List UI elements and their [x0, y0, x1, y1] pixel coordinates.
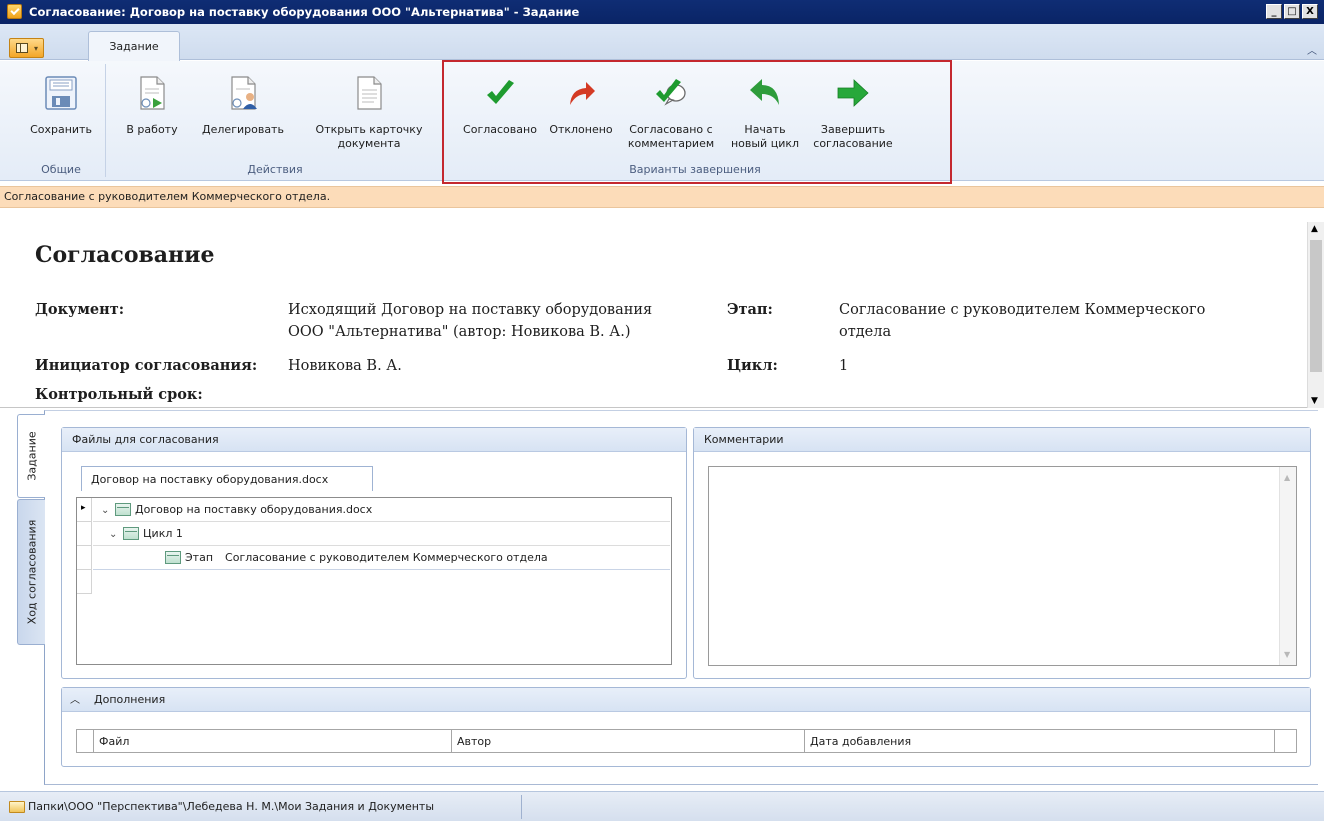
file-node-icon [115, 502, 131, 516]
collapse-ribbon-icon[interactable]: ︿ [1307, 42, 1317, 57]
close-button[interactable]: X [1302, 4, 1318, 19]
chevron-down-icon[interactable]: ⌄ [101, 499, 115, 523]
tree-row-stage[interactable]: Этап Согласование с руководителем Коммерч… [93, 546, 670, 570]
scroll-up-icon[interactable]: ▲ [1311, 224, 1318, 234]
folder-icon [9, 801, 25, 813]
document-view: Согласование Документ: Исходящий Договор… [0, 210, 1324, 408]
window-title: Согласование: Договор на поставку оборуд… [29, 5, 580, 19]
document-scrollbar[interactable]: ▲ ▼ [1307, 222, 1324, 408]
side-tab-task-label: Задание [25, 431, 38, 481]
open-card-button[interactable]: Открыть карточку документа [299, 64, 439, 154]
cycle-value: 1 [839, 358, 849, 374]
app-menu-button[interactable]: ▾ [9, 38, 44, 58]
tree-row-selectors: ▸ [77, 498, 92, 594]
side-tab-task[interactable]: Задание [17, 414, 45, 498]
status-bar: Папки\ООО "Перспектива"\Лебедева Н. М.\М… [0, 791, 1324, 821]
chevron-up-icon[interactable]: ︿ [70, 689, 94, 713]
column-header-file[interactable]: Файл [93, 729, 452, 753]
files-panel-title: Файлы для согласования [62, 428, 686, 452]
side-tab-progress[interactable]: Ход согласования [17, 499, 45, 645]
cycle-label: Цикл: [727, 357, 778, 374]
document-icon [357, 76, 382, 110]
additions-panel-header[interactable]: ︿ Дополнения [62, 688, 1310, 712]
group-label-general: Общие [41, 163, 81, 176]
save-button[interactable]: Сохранить [17, 64, 105, 154]
initiator-value: Новикова В. А. [288, 358, 402, 374]
row-selector[interactable] [77, 546, 92, 570]
additions-panel: ︿ Дополнения [61, 687, 1311, 767]
row-selector[interactable] [77, 570, 92, 594]
ribbon-group-general: Сохранить Общие [17, 64, 106, 177]
deadline-label: Контрольный срок: [35, 386, 203, 403]
folder-path[interactable]: Папки\ООО "Перспектива"\Лебедева Н. М.\М… [28, 800, 434, 813]
tree-stage-label: Этап [185, 551, 214, 564]
maximize-button[interactable]: □ [1284, 4, 1300, 19]
tree-cycle-label: Цикл 1 [143, 527, 183, 540]
doc-value-line2: ООО "Альтернатива" (автор: Новикова В. А… [288, 324, 631, 340]
doc-label: Документ: [35, 301, 125, 318]
group-label-actions: Действия [247, 163, 303, 176]
app-menu-icon [16, 43, 28, 53]
open-card-label: Открыть карточку документа [315, 123, 423, 150]
grid-end [1274, 729, 1297, 753]
completion-highlight-box [442, 60, 952, 184]
ribbon-tab-row [0, 24, 1324, 60]
delegate-icon [231, 76, 257, 110]
to-work-button[interactable]: В работу [117, 64, 187, 154]
comments-input[interactable]: ▲ ▼ [708, 466, 1297, 666]
info-bar: Согласование с руководителем Коммерческо… [0, 186, 1324, 208]
stage-value-line1: Согласование с руководителем Коммерческо… [839, 302, 1206, 318]
app-icon [7, 4, 22, 19]
page-title: Согласование [35, 242, 215, 268]
side-tab-progress-label: Ход согласования [25, 519, 38, 625]
tree-row-cycle[interactable]: ⌄ Цикл 1 [93, 522, 670, 546]
row-selector-current[interactable]: ▸ [77, 498, 92, 522]
stage-node-icon [165, 550, 181, 564]
scroll-up-icon[interactable]: ▲ [1284, 473, 1290, 482]
row-selector[interactable] [77, 522, 92, 546]
scroll-down-icon[interactable]: ▼ [1284, 650, 1290, 659]
document-start-icon [140, 76, 165, 110]
to-work-label: В работу [126, 123, 178, 136]
window-title-bar: Согласование: Договор на поставку оборуд… [0, 0, 1324, 24]
scroll-down-icon[interactable]: ▼ [1311, 396, 1318, 406]
initiator-label: Инициатор согласования: [35, 357, 258, 374]
stage-value-line2: отдела [839, 324, 892, 340]
tree-stage-value: Согласование с руководителем Коммерческо… [225, 551, 548, 564]
stage-label: Этап: [727, 301, 773, 318]
file-tab[interactable]: Договор на поставку оборудования.docx [81, 466, 373, 491]
tab-task[interactable]: Задание [88, 31, 180, 61]
column-header-date[interactable]: Дата добавления [804, 729, 1275, 753]
tree-row-file[interactable]: ⌄ Договор на поставку оборудования.docx [93, 498, 670, 522]
comments-scrollbar[interactable]: ▲ ▼ [1279, 467, 1296, 665]
chevron-down-icon[interactable]: ⌄ [109, 523, 123, 547]
delegate-button[interactable]: Делегировать [193, 64, 293, 154]
row-pointer-icon: ▸ [81, 503, 86, 513]
comments-panel-title: Комментарии [694, 428, 1310, 452]
additions-panel-title: Дополнения [94, 693, 166, 706]
tree-file-label: Договор на поставку оборудования.docx [135, 503, 373, 516]
save-icon [45, 76, 77, 110]
column-header-author[interactable]: Автор [451, 729, 805, 753]
doc-value-line1: Исходящий Договор на поставку оборудован… [288, 302, 653, 318]
minimize-button[interactable]: _ [1266, 4, 1282, 19]
delegate-label: Делегировать [202, 123, 284, 136]
status-separator [521, 795, 522, 819]
save-label: Сохранить [30, 123, 92, 136]
grid-corner [76, 729, 94, 753]
scroll-thumb[interactable] [1310, 240, 1322, 372]
chevron-down-icon: ▾ [33, 44, 38, 53]
cycle-node-icon [123, 526, 139, 540]
ribbon-group-actions: В работу Делегировать Открыть карточку д… [107, 64, 444, 177]
